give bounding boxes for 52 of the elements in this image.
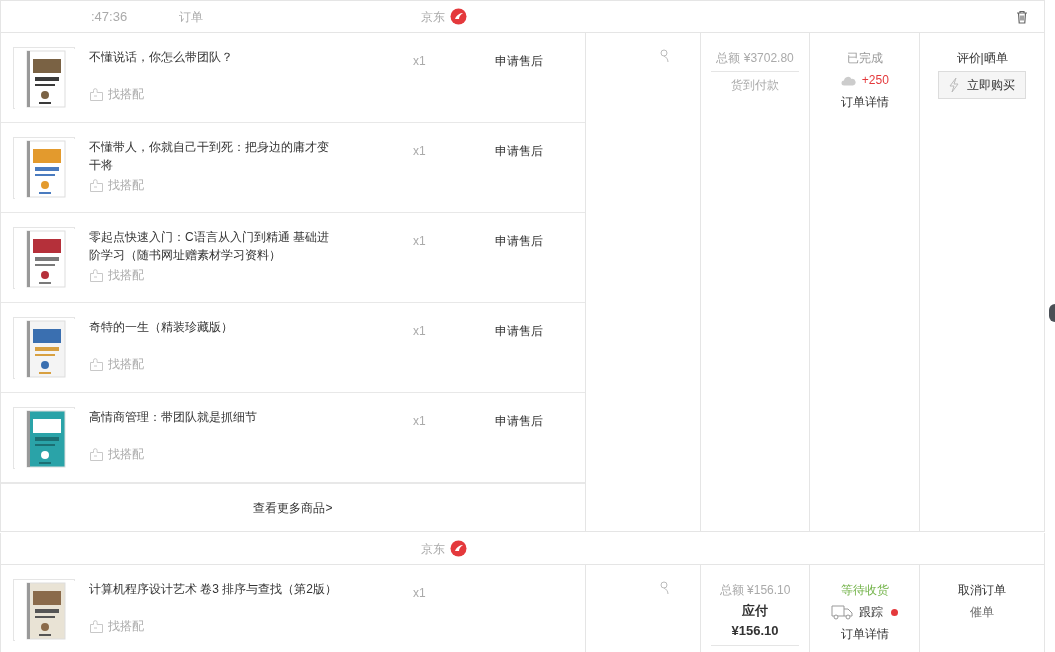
- after-sale-link[interactable]: 申请售后: [495, 234, 543, 248]
- puzzle-icon: [89, 267, 104, 283]
- lightning-icon: [949, 77, 960, 93]
- payment-method: 货到付款: [731, 77, 780, 94]
- product-title[interactable]: 高情商管理：带团队就是抓细节: [89, 407, 337, 443]
- quantity: x1: [413, 54, 426, 68]
- track-link[interactable]: 跟踪: [859, 603, 884, 621]
- quantity: x1: [413, 324, 426, 338]
- product-image[interactable]: [13, 227, 75, 289]
- order-total: 总额 ¥156.10: [719, 582, 791, 599]
- shop-logo-icon: [450, 8, 467, 25]
- product-title[interactable]: 奇特的一生（精装珍藏版）: [89, 317, 337, 353]
- product-image[interactable]: [13, 47, 75, 109]
- product-image[interactable]: [13, 579, 75, 641]
- puzzle-icon: [89, 446, 104, 462]
- product-title[interactable]: 不懂带人，你就自己干到死：把身边的庸才变干将: [89, 137, 337, 174]
- order-status: 等待收货: [840, 582, 889, 599]
- product-image[interactable]: [13, 317, 75, 379]
- order-action-link[interactable]: 取消订单: [958, 581, 1007, 599]
- payable-label: 应付: [742, 602, 769, 620]
- buy-now-button[interactable]: 立即购买: [938, 71, 1027, 99]
- reward-points: +250: [861, 72, 889, 89]
- quantity: x1: [413, 414, 426, 428]
- order-time: :47:36: [91, 7, 129, 26]
- puzzle-icon: [89, 177, 104, 193]
- order-status: 已完成: [846, 50, 883, 67]
- order-total: 总额 ¥3702.80: [716, 50, 794, 67]
- product-title[interactable]: 零起点快速入门：C语言从入门到精通 基础进阶学习（随书网址赠素材学习资料）: [89, 227, 337, 264]
- quantity: x1: [413, 586, 426, 600]
- order-number-label: 订单: [179, 8, 203, 26]
- payable-amount: ¥156.10: [731, 622, 779, 640]
- after-sale-link[interactable]: 申请售后: [495, 414, 543, 428]
- order-detail-link[interactable]: 订单详情: [840, 625, 889, 643]
- truck-icon: [831, 604, 854, 620]
- cloud-icon: [840, 74, 856, 86]
- more-items-link[interactable]: 查看更多商品>: [253, 498, 333, 517]
- order-action-link[interactable]: 催单: [970, 603, 995, 621]
- shop-logo-icon: [450, 540, 467, 557]
- delete-icon[interactable]: [1016, 9, 1028, 24]
- puzzle-icon: [89, 86, 104, 102]
- product-image[interactable]: [13, 407, 75, 469]
- product-title[interactable]: 计算机程序设计艺术 卷3 排序与查找（第2版）: [89, 579, 337, 615]
- puzzle-icon: [89, 618, 104, 634]
- order-action-link[interactable]: 评价|晒单: [956, 49, 1008, 67]
- quantity: x1: [413, 234, 426, 248]
- quantity: x1: [413, 144, 426, 158]
- after-sale-link[interactable]: 申请售后: [495, 324, 543, 338]
- order-detail-link[interactable]: 订单详情: [840, 93, 889, 111]
- product-title[interactable]: 不懂说话，你怎么带团队？: [89, 47, 337, 83]
- puzzle-icon: [89, 356, 104, 372]
- after-sale-link[interactable]: 申请售后: [495, 54, 543, 68]
- after-sale-link[interactable]: 申请售后: [495, 144, 543, 158]
